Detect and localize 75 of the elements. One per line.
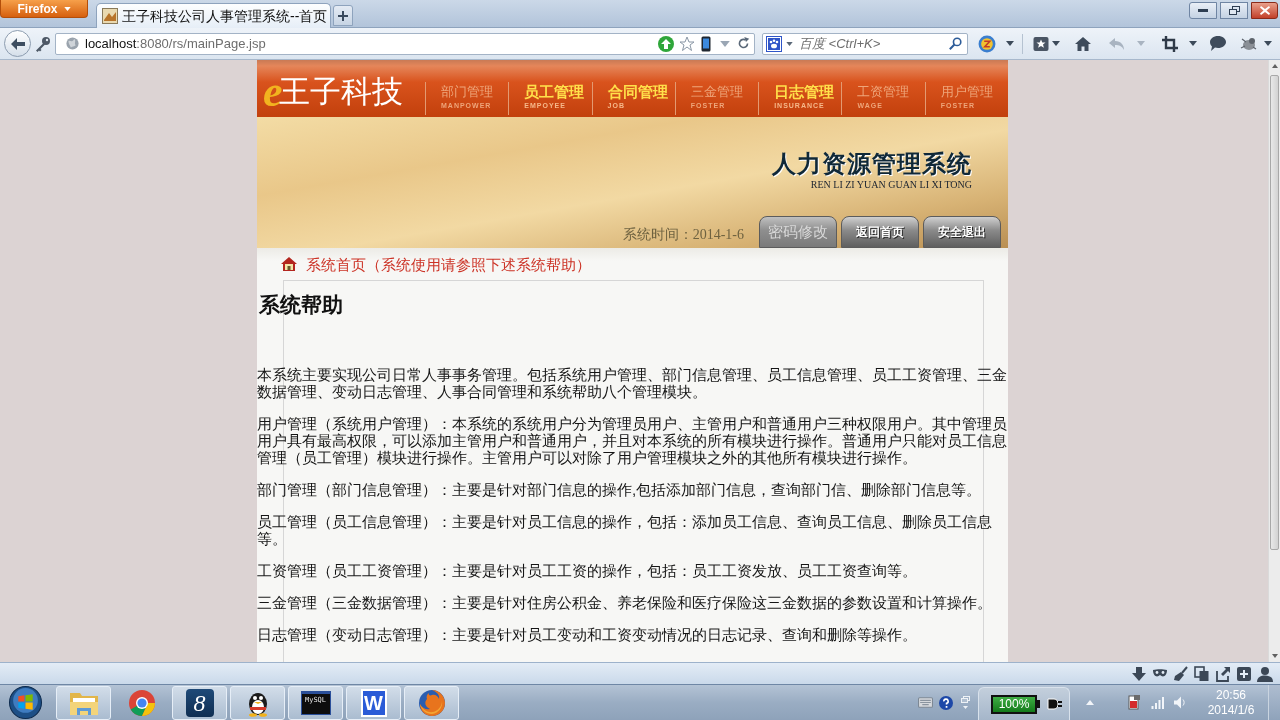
dropdown-caret-icon[interactable] bbox=[1264, 41, 1272, 46]
help-icon[interactable] bbox=[939, 695, 953, 710]
close-button[interactable] bbox=[1251, 2, 1278, 19]
taskbar-button[interactable]: W bbox=[346, 685, 401, 720]
page-favicon-icon bbox=[102, 8, 118, 24]
caret-icon[interactable] bbox=[63, 6, 71, 11]
help-paragraph: 三金管理（三金数据管理）：主要是针对住房公积金、养老保险和医疗保险这三金数据的参数设置和计算操作。 bbox=[257, 594, 993, 611]
bookmarks-icon[interactable] bbox=[1032, 35, 1050, 52]
address-field[interactable]: localhost:8080/rs/mainPage.jsp bbox=[55, 32, 755, 55]
round-badge-icon[interactable] bbox=[978, 34, 996, 53]
minimize-button[interactable] bbox=[1189, 2, 1217, 19]
plus-icon bbox=[338, 10, 348, 21]
address-text: localhost:8080/rs/mainPage.jsp bbox=[85, 37, 266, 50]
banner-subtitle: REN LI ZI YUAN GUAN LI XI TONG bbox=[810, 179, 972, 191]
help-title: 系统帮助 bbox=[258, 292, 344, 319]
key-icon[interactable] bbox=[35, 35, 51, 52]
dropdown-caret-icon[interactable] bbox=[1189, 41, 1197, 46]
minimize-icon bbox=[1198, 9, 1208, 12]
clock-time[interactable]: 20:56 bbox=[1216, 687, 1246, 703]
start-orb-icon bbox=[8, 686, 42, 719]
start-button[interactable] bbox=[7, 685, 43, 720]
home-icon[interactable] bbox=[1075, 35, 1091, 52]
plug-icon[interactable] bbox=[1047, 698, 1063, 710]
reload-icon[interactable] bbox=[737, 37, 750, 50]
breadcrumb-text: 系统首页（系统使用请参照下述系统帮助） bbox=[306, 256, 591, 272]
person-icon[interactable] bbox=[1257, 665, 1273, 682]
export-icon[interactable] bbox=[1215, 665, 1231, 682]
bug-icon[interactable] bbox=[1240, 35, 1258, 52]
add-box-icon[interactable] bbox=[1236, 665, 1252, 682]
help-paragraph: 员工管理（员工信息管理）：主要是针对员工信息的操作，包括：添加员工信息、查询员工信息、删除员工信息等。 bbox=[257, 513, 993, 547]
header-button[interactable]: 安全退出 bbox=[923, 216, 1001, 248]
banner-title: 人力资源管理系统 bbox=[772, 149, 972, 179]
taskbar-button[interactable] bbox=[230, 685, 285, 720]
search-icon[interactable] bbox=[949, 37, 962, 50]
keyboard-icon[interactable] bbox=[918, 697, 933, 708]
dropdown-caret-icon[interactable] bbox=[1006, 41, 1014, 46]
restore-button[interactable] bbox=[1220, 2, 1248, 19]
card-tray-icon[interactable] bbox=[1128, 695, 1141, 710]
browser-tab[interactable]: 王子科技公司人事管理系统--首页 bbox=[96, 3, 331, 28]
help-paragraph: 用户管理（系统用户管理）：本系统的系统用户分为管理员用户、主管用户和普通用户三种权限用户。其中管理员用户具有最高权限，可以添加主管用户和普通用户，并且对本系统的所有模块进行操作。普通用户只能对员工信息管理（员工管理）模块进行操作。主管用户可以对除了用户管理模块之外的其他所有模块进行操作。 bbox=[257, 415, 1007, 466]
bookmark-star-icon[interactable] bbox=[679, 35, 695, 52]
globe-icon bbox=[66, 37, 79, 50]
fox-globe-icon bbox=[417, 688, 446, 717]
tri-color-circle-icon bbox=[127, 688, 156, 717]
search-field[interactable]: 百度 <Ctrl+K> bbox=[762, 32, 968, 55]
paw-icon[interactable] bbox=[766, 35, 782, 52]
broom-icon[interactable] bbox=[1173, 665, 1189, 682]
new-tab-button[interactable] bbox=[333, 5, 353, 26]
window-switch-icon[interactable] bbox=[961, 695, 970, 710]
restore-icon bbox=[1228, 6, 1240, 15]
home-icon bbox=[281, 256, 297, 272]
scrollbar[interactable] bbox=[1268, 60, 1280, 662]
scrollbar-thumb[interactable] bbox=[1270, 75, 1279, 550]
clock-date[interactable]: 2014/1/6 bbox=[1207, 702, 1255, 718]
phone-icon[interactable] bbox=[701, 35, 711, 52]
back-arrow-icon bbox=[10, 37, 25, 50]
close-icon bbox=[1259, 6, 1270, 15]
dropdown-caret-icon[interactable] bbox=[1052, 41, 1060, 46]
help-paragraph: 部门管理（部门信息管理）：主要是针对部门信息的操作,包括添加部门信息，查询部门信、删除部门信息等。 bbox=[257, 481, 983, 498]
download-icon[interactable] bbox=[1131, 665, 1147, 682]
help-paragraph: 日志管理（变动日志管理）：主要是针对员工变动和工资变动情况的日志记录、查询和删除等操作。 bbox=[257, 626, 918, 643]
battery-tip-icon bbox=[1037, 700, 1040, 708]
help-paragraph: 工资管理（员工工资管理）：主要是针对员工工资的操作，包括：员工工资发放、员工工资查询等。 bbox=[257, 562, 918, 579]
arrow-up-circle-icon[interactable] bbox=[658, 35, 674, 52]
header-button[interactable]: 返回首页 bbox=[841, 216, 919, 248]
system-time: 系统时间：2014-1-6 bbox=[622, 226, 744, 244]
help-paragraph: 本系统主要实现公司日常人事事务管理。包括系统用户管理、部门信息管理、员工信息管理、员工工资管理、三金数据管理、变动日志管理、人事合同管理和系统帮助八个管理模块。 bbox=[257, 366, 1007, 400]
battery-indicator[interactable]: 100% bbox=[991, 694, 1037, 714]
back-button[interactable] bbox=[4, 30, 31, 57]
copy-icon[interactable] bbox=[1194, 665, 1210, 682]
crop-icon[interactable] bbox=[1162, 35, 1178, 52]
taskbar-button[interactable]: 8 bbox=[172, 685, 227, 720]
chat-bubble-icon[interactable] bbox=[1210, 36, 1226, 51]
dropdown-caret-icon[interactable] bbox=[786, 41, 793, 46]
firefox-menu-button[interactable]: Firefox bbox=[0, 0, 88, 18]
